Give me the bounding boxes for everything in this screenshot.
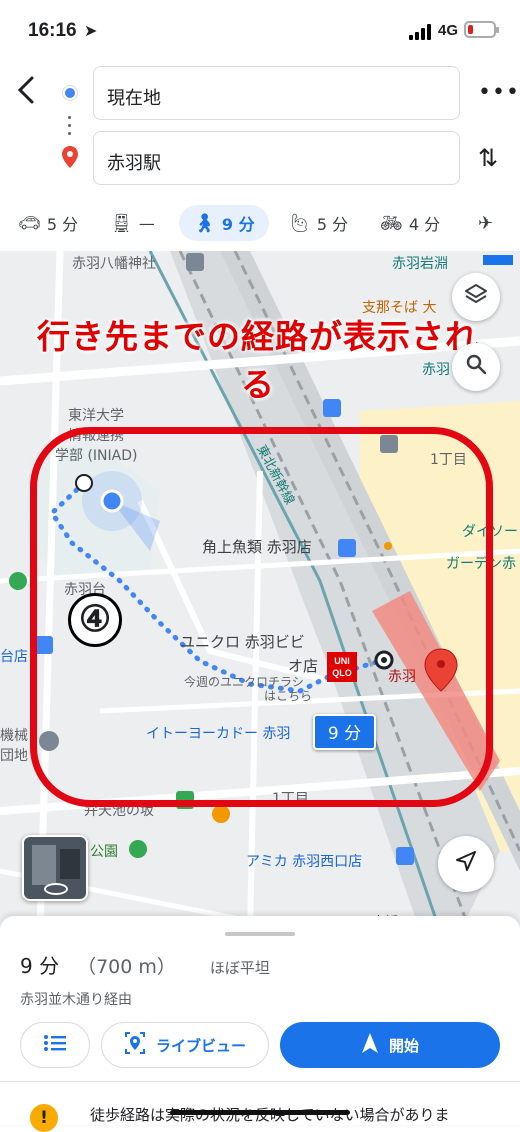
search-button[interactable]	[452, 343, 500, 391]
liveview-button[interactable]: ライブビュー	[101, 1022, 269, 1068]
bike-icon: 🚲︎	[380, 212, 403, 234]
battery-icon	[464, 21, 499, 38]
map-label: 赤羽八幡神社	[72, 256, 156, 272]
rotate-360-icon	[44, 883, 68, 895]
navigation-icon	[361, 1032, 379, 1058]
steps-button[interactable]	[20, 1022, 90, 1068]
origin-dot-icon	[63, 86, 77, 100]
start-label: 開始	[388, 1036, 419, 1055]
tab-drive-label: 5 分	[46, 215, 79, 234]
swap-icon[interactable]: ⇅	[478, 144, 498, 172]
home-indicator[interactable]	[170, 1110, 350, 1115]
sheet-divider	[0, 1081, 520, 1082]
tab-bike-label: 4 分	[408, 215, 441, 234]
walk-icon: 🚶︎	[193, 212, 216, 234]
directions-sheet: 9 分 （700 m） ほぼ平坦 赤羽並木通り経由 ライブビュー 開始 ! 徒歩…	[0, 916, 520, 1132]
tab-bike[interactable]: 🚲︎ 4 分	[380, 205, 440, 241]
sheet-handle[interactable]	[225, 932, 295, 936]
route-distance: （700 m）	[77, 956, 176, 978]
navigation-arrow-icon	[455, 850, 477, 878]
status-bar: 16:16 ➤ 4G	[0, 0, 520, 62]
route-summary: 9 分 （700 m） ほぼ平坦	[20, 950, 270, 979]
origin-input[interactable]: 現在地	[93, 66, 460, 120]
more-options-icon[interactable]: •••	[478, 80, 520, 105]
status-time: 16:16	[28, 20, 77, 41]
destination-input[interactable]: 赤羽駅	[93, 131, 460, 185]
tab-flight[interactable]: ✈	[478, 205, 493, 241]
street-view-thumbnail[interactable]	[22, 835, 88, 901]
tab-walk[interactable]: 🚶︎ 9 分	[179, 205, 269, 241]
tab-drive[interactable]: 🚗︎ 5 分	[18, 205, 78, 241]
annotation-title: 行き先までの経路が表示される	[37, 317, 479, 404]
rideshare-icon: 🙋︎	[288, 212, 311, 234]
tab-walk-label: 9 分	[221, 215, 255, 234]
flight-icon: ✈	[478, 212, 494, 234]
my-location-button[interactable]	[438, 836, 494, 892]
start-button[interactable]: 開始	[280, 1022, 500, 1068]
destination-pin-icon	[62, 146, 78, 172]
liveview-icon	[124, 1031, 146, 1059]
map-label: 赤羽岩淵	[392, 256, 448, 272]
map-label: 台店	[0, 649, 28, 665]
map-label: 公園	[90, 844, 118, 860]
search-icon	[465, 353, 487, 381]
route-connector-icon	[68, 116, 72, 140]
route-terrain: ほぼ平坦	[209, 959, 270, 977]
network-type: 4G	[438, 22, 459, 39]
tab-transit-label: —	[138, 213, 155, 233]
car-icon: 🚗︎	[18, 212, 41, 234]
route-via: 赤羽並木通り経由	[20, 992, 132, 1008]
list-icon	[43, 1034, 67, 1056]
map-view[interactable]: 赤羽八幡神社 赤羽岩淵 支那そば 大 東洋大学 情報連携 学部 (INIAD) …	[0, 251, 520, 931]
tab-rideshare-label: 5 分	[316, 215, 349, 234]
warning-icon: !	[30, 1104, 58, 1132]
layers-button[interactable]	[452, 273, 500, 321]
map-label: アミカ 赤羽西口店	[246, 854, 363, 870]
map-label: 団地	[0, 748, 28, 764]
route-eta-badge[interactable]: 9 分	[313, 714, 376, 750]
signal-icon	[409, 24, 431, 40]
travel-mode-tabs: 🚗︎ 5 分 🚆︎ — 🚶︎ 9 分 🙋︎ 5 分 🚲︎ 4 分 ✈	[0, 197, 520, 249]
train-icon: 🚆︎	[110, 212, 133, 234]
back-button[interactable]	[14, 72, 44, 108]
tab-transit[interactable]: 🚆︎ —	[110, 205, 155, 241]
map-label: 機械	[0, 728, 28, 744]
step-number-badge: ④	[68, 593, 122, 647]
liveview-label: ライブビュー	[155, 1036, 246, 1055]
layers-icon	[464, 282, 488, 312]
location-arrow-icon: ➤	[84, 21, 98, 40]
tab-rideshare[interactable]: 🙋︎ 5 分	[288, 205, 348, 241]
route-duration: 9 分	[20, 954, 60, 978]
